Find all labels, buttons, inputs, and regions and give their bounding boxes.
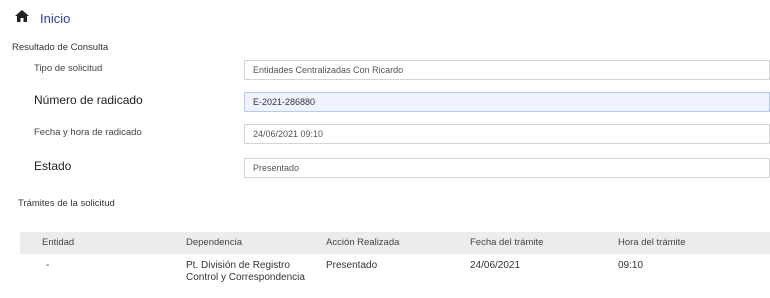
home-icon[interactable] — [14, 8, 30, 29]
column-header-dependencia: Dependencia — [186, 237, 242, 248]
field-label-estado: Estado — [34, 159, 72, 173]
field-value-fecha: 24/06/2021 09:10 — [244, 124, 770, 144]
field-label-tipo: Tipo de solicitud — [34, 63, 103, 74]
table-header: Entidad Dependencia Acción Realizada Fec… — [20, 232, 770, 254]
field-label-radicado: Número de radicado — [34, 93, 143, 107]
cell-dependencia: Pt. División de Registro Control y Corre… — [186, 260, 305, 283]
top-nav: Inicio — [14, 8, 70, 29]
column-header-hora: Hora del trámite — [618, 237, 686, 248]
field-value-estado: Presentado — [244, 158, 770, 178]
field-row-radicado: Número de radicado E-2021-286880 — [0, 92, 770, 114]
column-header-entidad: Entidad — [42, 237, 75, 248]
home-link[interactable]: Inicio — [40, 11, 70, 26]
cell-accion: Presentado — [326, 260, 378, 271]
column-header-fecha: Fecha del trámite — [470, 237, 544, 248]
cell-hora: 09:10 — [618, 260, 644, 271]
field-row-tipo: Tipo de solicitud Entidades Centralizada… — [0, 60, 770, 82]
table-row: - Pt. División de Registro Control y Cor… — [20, 255, 770, 298]
consult-section-title: Resultado de Consulta — [12, 42, 109, 53]
field-label-fecha: Fecha y hora de radicado — [34, 127, 142, 138]
field-row-estado: Estado Presentado — [0, 158, 770, 180]
tramites-section-title: Trámites de la solicitud — [18, 198, 115, 209]
cell-fecha: 24/06/2021 — [470, 260, 521, 271]
column-header-accion: Acción Realizada — [326, 237, 400, 248]
cell-entidad: - — [46, 260, 50, 271]
field-value-tipo: Entidades Centralizadas Con Ricardo — [244, 60, 770, 80]
field-value-radicado[interactable]: E-2021-286880 — [244, 92, 770, 112]
field-row-fecha: Fecha y hora de radicado 24/06/2021 09:1… — [0, 124, 770, 146]
